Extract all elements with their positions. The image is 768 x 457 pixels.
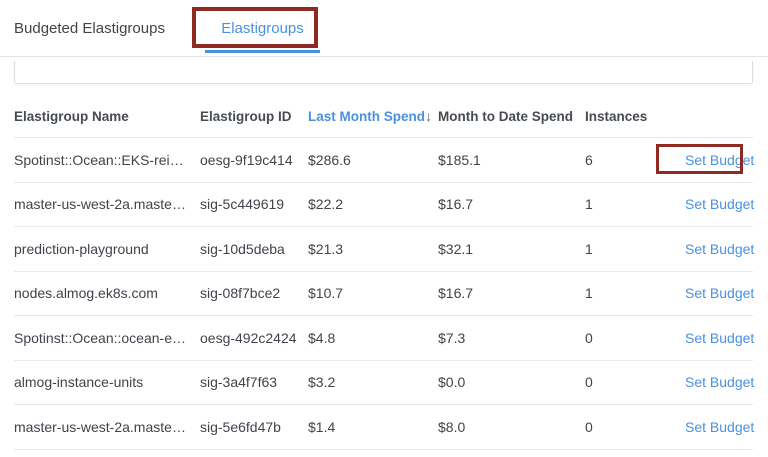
column-header-instances[interactable]: Instances bbox=[585, 109, 685, 124]
last-month-spend-cell: $286.6 bbox=[308, 152, 438, 168]
elastigroup-id-cell: oesg-492c2424 bbox=[200, 330, 308, 346]
elastigroup-name-cell: prediction-playground bbox=[14, 241, 200, 257]
set-budget-link[interactable]: Set Budget bbox=[685, 374, 754, 390]
instances-cell: 6 bbox=[585, 152, 685, 168]
table-row: Spotinst::Ocean::ocean-eks… oesg-492c242… bbox=[14, 316, 753, 361]
column-header-last-month-spend[interactable]: Last Month Spend ↓ bbox=[308, 108, 438, 124]
last-month-spend-cell: $1.4 bbox=[308, 419, 438, 435]
month-to-date-spend-cell: $16.7 bbox=[438, 285, 585, 301]
month-to-date-spend-cell: $185.1 bbox=[438, 152, 585, 168]
instances-cell: 0 bbox=[585, 330, 685, 346]
column-header-label: Last Month Spend bbox=[308, 109, 425, 124]
table-row: almog-instance-units sig-3a4f7f63 $3.2 $… bbox=[14, 361, 753, 406]
table-row: master-us-west-2a.masters… sig-5c449619 … bbox=[14, 183, 753, 228]
month-to-date-spend-cell: $16.7 bbox=[438, 196, 585, 212]
elastigroups-table: Elastigroup Name Elastigroup ID Last Mon… bbox=[14, 95, 753, 450]
elastigroup-name-cell: Spotinst::Ocean::ocean-eks… bbox=[14, 330, 200, 346]
instances-cell: 1 bbox=[585, 196, 685, 212]
elastigroup-name-cell: master-us-west-2a.masters… bbox=[14, 419, 200, 435]
column-header-elastigroup-name[interactable]: Elastigroup Name bbox=[14, 109, 200, 124]
elastigroup-id-cell: sig-08f7bce2 bbox=[200, 285, 308, 301]
set-budget-link[interactable]: Set Budget bbox=[685, 330, 754, 346]
instances-cell: 0 bbox=[585, 419, 685, 435]
set-budget-link[interactable]: Set Budget bbox=[685, 241, 754, 257]
set-budget-link[interactable]: Set Budget bbox=[685, 285, 754, 301]
elastigroup-name-cell: Spotinst::Ocean::EKS-reinv… bbox=[14, 152, 200, 168]
column-header-month-to-date-spend[interactable]: Month to Date Spend bbox=[438, 109, 585, 124]
table-row: Spotinst::Ocean::EKS-reinv… oesg-9f19c41… bbox=[14, 138, 753, 183]
instances-cell: 1 bbox=[585, 285, 685, 301]
set-budget-link[interactable]: Set Budget bbox=[685, 419, 754, 435]
column-header-elastigroup-id[interactable]: Elastigroup ID bbox=[200, 109, 308, 124]
last-month-spend-cell: $4.8 bbox=[308, 330, 438, 346]
instances-cell: 0 bbox=[585, 374, 685, 390]
last-month-spend-cell: $21.3 bbox=[308, 241, 438, 257]
toolbar-panel bbox=[14, 61, 753, 84]
table-body: Spotinst::Ocean::EKS-reinv… oesg-9f19c41… bbox=[14, 138, 753, 450]
sort-descending-icon[interactable]: ↓ bbox=[425, 108, 432, 124]
month-to-date-spend-cell: $0.0 bbox=[438, 374, 585, 390]
tab-elastigroups[interactable]: Elastigroups bbox=[205, 0, 320, 57]
elastigroup-name-cell: master-us-west-2a.masters… bbox=[14, 196, 200, 212]
elastigroup-name-cell: almog-instance-units bbox=[14, 374, 200, 390]
month-to-date-spend-cell: $32.1 bbox=[438, 241, 585, 257]
table-row: master-us-west-2a.masters… sig-5e6fd47b … bbox=[14, 405, 753, 450]
instances-cell: 1 bbox=[585, 241, 685, 257]
table-row: nodes.almog.ek8s.com sig-08f7bce2 $10.7 … bbox=[14, 272, 753, 317]
month-to-date-spend-cell: $8.0 bbox=[438, 419, 585, 435]
elastigroup-id-cell: sig-10d5deba bbox=[200, 241, 308, 257]
elastigroup-id-cell: sig-5e6fd47b bbox=[200, 419, 308, 435]
last-month-spend-cell: $10.7 bbox=[308, 285, 438, 301]
elastigroup-name-cell: nodes.almog.ek8s.com bbox=[14, 285, 200, 301]
tab-budgeted-elastigroups[interactable]: Budgeted Elastigroups bbox=[14, 0, 165, 57]
month-to-date-spend-cell: $7.3 bbox=[438, 330, 585, 346]
last-month-spend-cell: $22.2 bbox=[308, 196, 438, 212]
set-budget-link[interactable]: Set Budget bbox=[685, 196, 754, 212]
set-budget-link[interactable]: Set Budget bbox=[685, 152, 754, 168]
table-row: prediction-playground sig-10d5deba $21.3… bbox=[14, 227, 753, 272]
elastigroup-id-cell: sig-5c449619 bbox=[200, 196, 308, 212]
table-header-row: Elastigroup Name Elastigroup ID Last Mon… bbox=[14, 95, 753, 138]
elastigroup-id-cell: sig-3a4f7f63 bbox=[200, 374, 308, 390]
tab-bar: Budgeted Elastigroups Elastigroups bbox=[0, 0, 768, 57]
last-month-spend-cell: $3.2 bbox=[308, 374, 438, 390]
elastigroup-id-cell: oesg-9f19c414 bbox=[200, 152, 308, 168]
